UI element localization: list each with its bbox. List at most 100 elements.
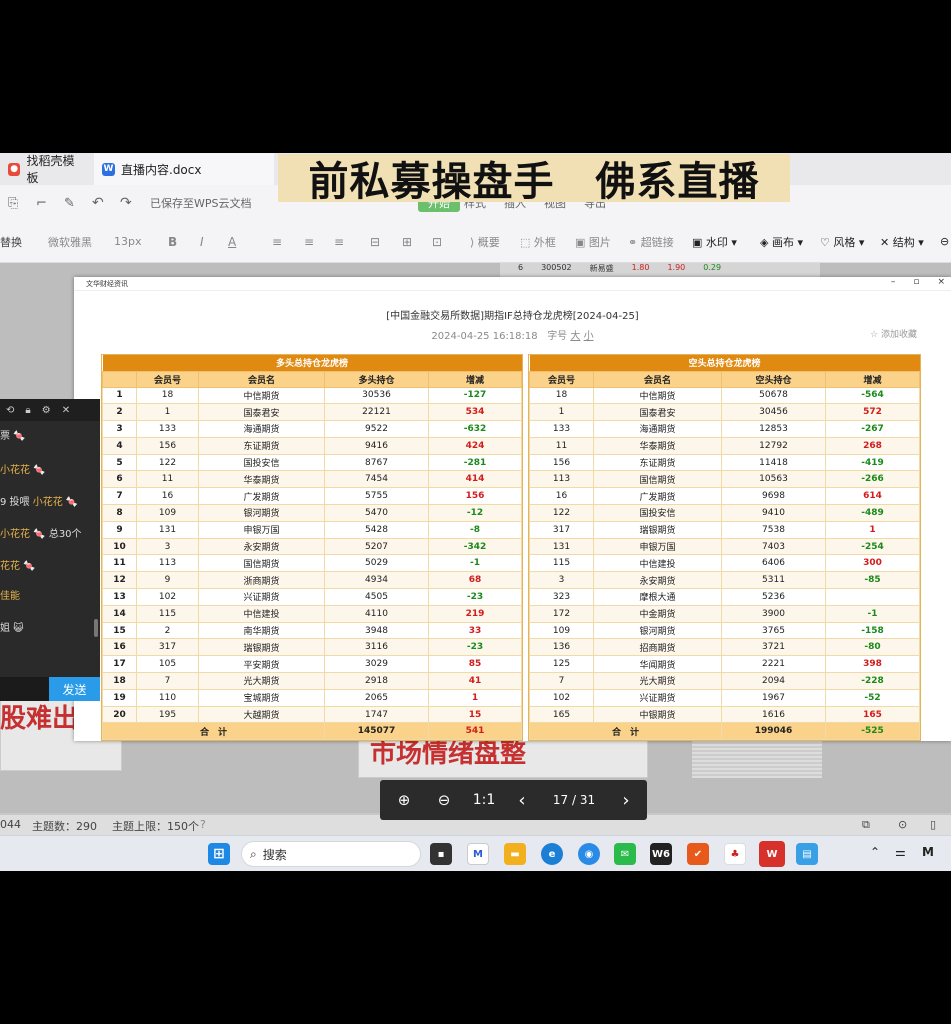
wechat-icon[interactable]: ✉ [614, 843, 636, 865]
zoom-in-icon[interactable]: ⊕ [390, 780, 418, 820]
redo-icon[interactable]: ↷ [120, 195, 132, 211]
tray-app-icon[interactable]: M [922, 845, 934, 859]
member-id-cell: 156 [136, 436, 199, 455]
theme-button[interactable]: ♡ 风格 ▾ [820, 234, 864, 250]
position-cell: 12792 [721, 436, 826, 455]
position-cell: 5428 [324, 520, 429, 539]
help-icon[interactable]: ? [200, 818, 206, 831]
tray-expand-icon[interactable]: ⌃ [870, 845, 880, 859]
send-button[interactable]: 发送 [49, 677, 100, 701]
summary-button[interactable]: ⟩ 概要 [470, 234, 500, 250]
column-header: 增减 [825, 370, 920, 388]
font-small-button[interactable]: 小 [584, 331, 594, 342]
align-right-icon[interactable]: ≡ [334, 235, 344, 249]
align-center-icon[interactable]: ≡ [304, 235, 314, 249]
browser-icon[interactable]: ◉ [578, 843, 600, 865]
edge-icon[interactable]: e [541, 843, 563, 865]
minimize-button[interactable]: – [891, 277, 896, 287]
table-row: 10 3 永安期货 5207 -342 [102, 537, 522, 556]
tab-docer[interactable]: ● 找稻壳模板 [0, 153, 92, 185]
pen-icon[interactable]: ✎ [64, 196, 75, 211]
table-row: 3 133 海通期货 9522 -632 [102, 420, 522, 438]
member-name-cell: 浙商期货 [198, 571, 325, 590]
zoom-out-icon[interactable]: ⊖ [430, 780, 458, 820]
change-cell: 614 [825, 487, 920, 506]
undo-icon[interactable]: ↶ [92, 195, 104, 211]
change-cell: -266 [825, 470, 920, 489]
chat-suffix: 🍬 总30个 [33, 529, 82, 540]
layout-icon[interactable]: ⧉ [862, 818, 870, 832]
maximize-button[interactable]: ▫ [913, 277, 919, 287]
column-header: 多头持仓 [324, 370, 429, 388]
font-large-button[interactable]: 大 [570, 331, 580, 342]
structure-button[interactable]: ✕ 结构 ▾ [880, 234, 924, 250]
table-row: 5 122 国投安信 8767 -281 [102, 453, 522, 472]
parent-node-icon[interactable]: ⊡ [432, 235, 442, 249]
close-button[interactable]: × [937, 277, 945, 287]
remote-app-icon[interactable]: ▤ [796, 843, 818, 865]
window-title: 文华财经资讯 [86, 279, 128, 288]
chat-scrollbar[interactable] [94, 619, 98, 637]
replace-button[interactable]: 替换 [0, 234, 22, 250]
member-name-cell: 银河期货 [593, 621, 722, 640]
wps-icon[interactable]: W [759, 841, 785, 867]
table-row: 20 195 大越期货 1747 15 [102, 705, 522, 724]
bold-icon[interactable]: B [168, 235, 177, 249]
watermark-button[interactable]: ▣ 水印 ▾ [692, 234, 737, 250]
actual-size-button[interactable]: 1:1 [468, 780, 500, 820]
tab-doc[interactable]: W 直播内容.docx [94, 153, 274, 185]
link-button[interactable]: ⚭ 超链接 [628, 234, 674, 250]
tray-settings-icon[interactable]: ⚌ [895, 845, 906, 859]
position-cell: 9698 [721, 487, 826, 506]
italic-icon[interactable]: I [200, 235, 204, 249]
cards-game-icon[interactable]: ♣ [724, 843, 746, 865]
image-button[interactable]: ▣ 图片 [575, 234, 611, 250]
sibling-node-icon[interactable]: ⊟ [370, 235, 380, 249]
position-cell: 3900 [721, 604, 826, 623]
tab-label: 直播内容.docx [121, 162, 202, 177]
more-icon[interactable]: ⊖ [940, 235, 949, 248]
member-id-cell: 1 [136, 403, 199, 422]
add-favorite-button[interactable]: ☆ 添加收藏 [870, 327, 917, 340]
locate-icon[interactable]: ⊙ [898, 818, 907, 831]
chat-suffix: 🍬 [65, 497, 79, 508]
chat-text: 9 投喂 [0, 497, 33, 508]
taskbar-search[interactable]: ⌕ 搜索 [241, 841, 421, 867]
rank-cell: 8 [102, 504, 137, 522]
member-name-cell: 国投安信 [198, 453, 325, 472]
position-cell: 3029 [324, 655, 429, 674]
member-id-cell: 133 [529, 420, 594, 438]
format-painter-icon[interactable]: ⌐ [36, 196, 47, 211]
editor-toolbar-format: 替换 微软雅黑 13px B I A ≡ ≡ ≡ ⊟ ⊞ ⊡ ⟩ 概要 ⬚ 外框… [0, 221, 951, 263]
chat-gift-name: 小花花 [0, 529, 30, 540]
file-explorer-icon[interactable]: ▬ [504, 843, 526, 865]
table-row: 109 银河期货 3765 -158 [529, 621, 920, 640]
canvas-button[interactable]: ◈ 画布 ▾ [760, 234, 803, 250]
wenhua-icon[interactable]: W6 [650, 843, 672, 865]
member-name-cell: 海通期货 [198, 420, 325, 438]
close-icon[interactable]: ✕ [62, 405, 70, 416]
gift-icon[interactable]: ⟲ [6, 405, 14, 416]
child-node-icon[interactable]: ⊞ [402, 235, 412, 249]
windows-start-icon[interactable]: ⊞ [208, 843, 230, 865]
font-color-icon[interactable]: A [228, 235, 236, 249]
book-icon[interactable]: ▯ [930, 818, 936, 831]
chat-input[interactable]: 发送 [0, 677, 100, 701]
settings-icon[interactable]: ⚙ [42, 405, 51, 416]
font-select[interactable]: 微软雅黑 [48, 234, 92, 250]
export-icon[interactable]: ⎘ [8, 196, 18, 211]
task-app-icon[interactable]: ✔ [687, 843, 709, 865]
table-row: 172 中金期货 3900 -1 [529, 604, 920, 623]
font-size-select[interactable]: 13px [114, 235, 142, 248]
task-view-icon[interactable]: ▪ [430, 843, 452, 865]
member-name-cell: 广发期货 [198, 487, 325, 506]
chat-message: 9 投喂 小花花 🍬 [0, 493, 78, 508]
frame-button[interactable]: ⬚ 外框 [520, 234, 556, 250]
member-id-cell: 102 [136, 588, 199, 606]
change-cell: 33 [428, 621, 522, 640]
align-left-icon[interactable]: ≡ [272, 235, 282, 249]
app-icon[interactable]: M [467, 843, 489, 865]
lock-icon[interactable]: 🔒︎ [25, 405, 30, 416]
prev-page-icon[interactable]: ‹ [508, 780, 536, 820]
next-page-icon[interactable]: › [612, 780, 640, 820]
